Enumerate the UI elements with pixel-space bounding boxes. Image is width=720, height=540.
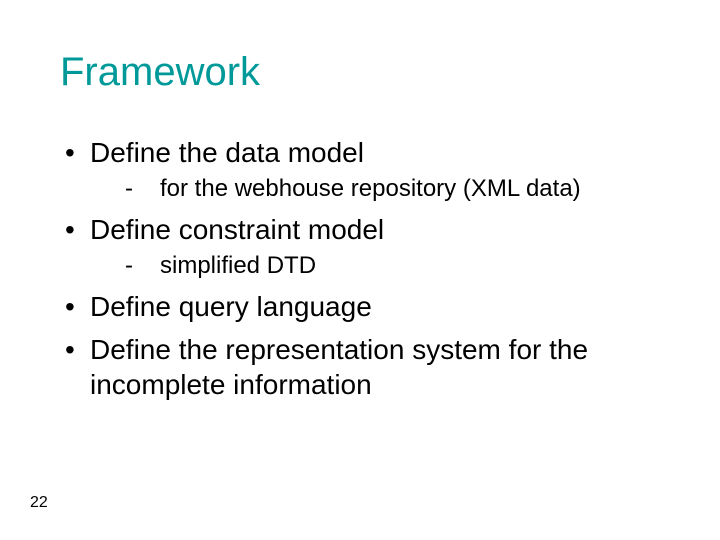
- sub-list: for the webhouse repository (XML data): [120, 174, 670, 204]
- sub-text: for the webhouse repository (XML data): [160, 175, 581, 202]
- page-number: 22: [30, 494, 48, 512]
- bullet-text: Define the representation system for the…: [90, 334, 588, 400]
- bullet-text: Define the data model: [90, 137, 364, 168]
- bullet-item: Define the representation system for the…: [60, 332, 670, 402]
- sub-item: simplified DTD: [120, 251, 670, 281]
- bullet-item: Define the data model for the webhouse r…: [60, 135, 670, 204]
- bullet-item: Define query language: [60, 289, 670, 324]
- bullet-list: Define the data model for the webhouse r…: [60, 135, 670, 402]
- sub-item: for the webhouse repository (XML data): [120, 174, 670, 204]
- bullet-text: Define query language: [90, 291, 372, 322]
- bullet-text: Define constraint model: [90, 214, 384, 245]
- slide: Framework Define the data model for the …: [0, 0, 720, 540]
- sub-list: simplified DTD: [120, 251, 670, 281]
- slide-title: Framework: [60, 50, 670, 95]
- bullet-item: Define constraint model simplified DTD: [60, 212, 670, 281]
- sub-text: simplified DTD: [160, 252, 316, 279]
